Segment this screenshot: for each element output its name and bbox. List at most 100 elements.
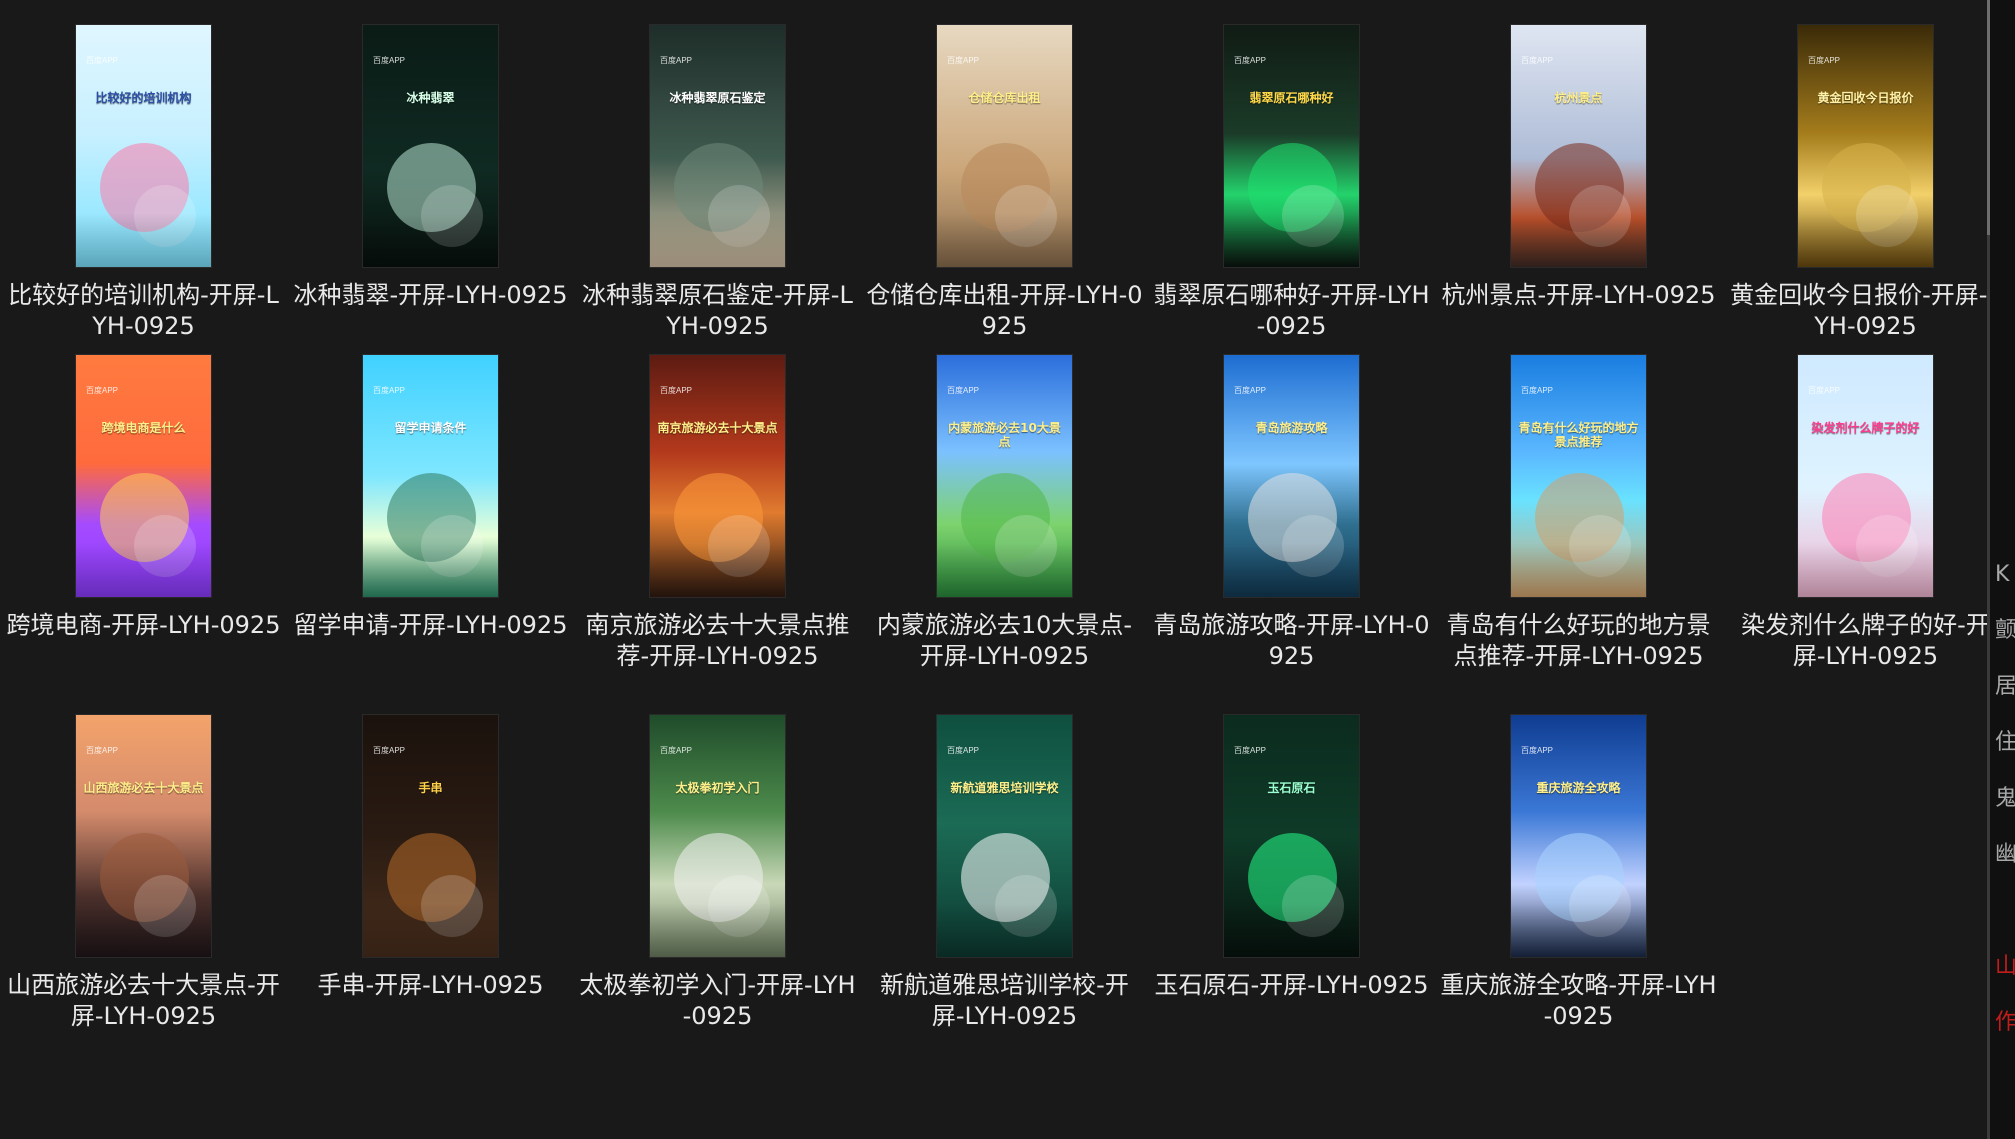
file-name-label: 青岛旅游攻略-开屏-LYH-0925 [1153,611,1430,670]
thumbnail-art [937,903,1072,957]
thumbnail-grid: 百度APP 比较好的培训机构 比较好的培训机构-开屏-LYH-0925 百度APP 冰种… [0,24,2001,1124]
file-tile[interactable]: 百度APP 青岛旅游攻略青岛旅游攻略-开屏-LYH-0925 [1148,354,1435,672]
file-tile[interactable]: 百度APP 新航道雅思培训学校 新航道雅思培训学校-开屏-LYH-0925 [861,714,1148,1032]
file-browser-grid-view: 百度APP 比较好的培训机构 比较好的培训机构-开屏-LYH-0925 百度APP 冰种… [0,0,2015,1139]
thumbnail-art [1224,543,1359,597]
file-thumbnail[interactable]: 百度APP 仓储仓库出租 [936,24,1073,268]
file-name-label: 杭州景点-开屏-LYH-0925 [1441,281,1716,309]
file-name-label: 染发剂什么牌子的好-开屏-LYH-0925 [1741,611,1990,670]
thumbnail-badge: 百度APP [1521,746,1554,755]
file-thumbnail[interactable]: 百度APP 手串 [362,714,499,958]
file-name-label: 留学申请-开屏-LYH-0925 [293,611,568,639]
thumbnail-badge: 百度APP [660,56,693,65]
file-tile[interactable]: 百度APP 杭州景点杭州景点-开屏-LYH-0925 [1435,24,1722,311]
thumbnail-title: 内蒙旅游必去10大景点 [948,421,1061,450]
thumbnail-title: 冰种翡翠原石鉴定 [669,91,766,105]
file-tile[interactable]: 百度APP 南京旅游必去十大景点南京旅游必去十大景点推荐-开屏-LYH-0925 [574,354,861,672]
file-name-label: 冰种翡翠原石鉴定-开屏-LYH-0925 [582,281,853,340]
file-name-label: 南京旅游必去十大景点推荐-开屏-LYH-0925 [585,611,850,670]
file-thumbnail[interactable]: 百度APP 重庆旅游全攻略 [1510,714,1647,958]
thumbnail-art [1511,543,1646,597]
file-thumbnail[interactable]: 百度APP 留学申请条件 [362,354,499,598]
thumbnail-badge: 百度APP [373,386,406,395]
thumbnail-art [363,213,498,267]
file-thumbnail[interactable]: 百度APP 翡翠原石哪种好 [1223,24,1360,268]
thumbnail-badge: 百度APP [373,56,406,65]
file-thumbnail[interactable]: 百度APP 比较好的培训机构 [75,24,212,268]
thumbnail-title: 跨境电商是什么 [101,421,186,435]
thumbnail-badge: 百度APP [947,56,980,65]
thumbnail-art [1511,213,1646,267]
file-tile[interactable]: 百度APP 内蒙旅游必去10大景点内蒙旅游必去10大景点-开屏-LYH-0925 [861,354,1148,672]
thumbnail-title: 手串 [418,781,443,795]
file-tile[interactable]: 百度APP 翡翠原石哪种好翡翠原石哪种好-开屏-LYH-0925 [1148,24,1435,342]
file-thumbnail[interactable]: 百度APP 新航道雅思培训学校 [936,714,1073,958]
thumbnail-title: 仓储仓库出租 [968,91,1041,105]
file-name-label: 跨境电商-开屏-LYH-0925 [6,611,281,639]
scrollbar-track[interactable] [1987,0,1990,1139]
thumbnail-art [650,903,785,957]
file-name-label: 内蒙旅游必去10大景点-开屏-LYH-0925 [876,611,1133,670]
side-text-char: 幽 [1995,842,2015,867]
file-tile[interactable]: 百度APP 冰种翡翠 冰种翡翠-开屏-LYH-0925 [287,24,574,311]
thumbnail-badge: 百度APP [1234,386,1267,395]
file-name-label: 翡翠原石哪种好-开屏-LYH-0925 [1153,281,1430,340]
file-thumbnail[interactable]: 百度APP 杭州景点 [1510,24,1647,268]
file-thumbnail[interactable]: 百度APP 山西旅游必去十大景点 [75,714,212,958]
file-name-label: 重庆旅游全攻略-开屏-LYH-0925 [1440,971,1717,1030]
thumbnail-badge: 百度APP [1521,386,1554,395]
file-tile[interactable]: 百度APP 留学申请条件留学申请-开屏-LYH-0925 [287,354,574,641]
file-name-label: 手串-开屏-LYH-0925 [317,971,544,999]
thumbnail-title: 青岛旅游攻略 [1255,421,1328,435]
file-tile[interactable]: 百度APP 黄金回收今日报价黄金回收今日报价-开屏-LYH-0925 [1722,24,2009,342]
thumbnail-title: 南京旅游必去十大景点 [657,421,778,435]
thumbnail-badge: 百度APP [1234,746,1267,755]
thumbnail-badge: 百度APP [86,386,119,395]
file-thumbnail[interactable]: 百度APP 黄金回收今日报价 [1797,24,1934,268]
thumbnail-art [363,903,498,957]
file-tile[interactable]: 百度APP 仓储仓库出租仓储仓库出租-开屏-LYH-0925 [861,24,1148,342]
thumbnail-title: 黄金回收今日报价 [1817,91,1914,105]
scrollbar-thumb[interactable] [1987,0,1990,235]
thumbnail-art [76,213,211,267]
thumbnail-art [1511,903,1646,957]
thumbnail-art [937,543,1072,597]
file-thumbnail[interactable]: 百度APP 染发剂什么牌子的好 [1797,354,1934,598]
file-thumbnail[interactable]: 百度APP 冰种翡翠原石鉴定 [649,24,786,268]
file-tile[interactable]: 百度APP 手串手串-开屏-LYH-0925 [287,714,574,1001]
file-name-label: 玉石原石-开屏-LYH-0925 [1154,971,1429,999]
file-name-label: 黄金回收今日报价-开屏-LYH-0925 [1730,281,2001,340]
file-thumbnail[interactable]: 百度APP 青岛旅游攻略 [1223,354,1360,598]
file-thumbnail[interactable]: 百度APP 青岛有什么好玩的地方景点推荐 [1510,354,1647,598]
thumbnail-badge: 百度APP [660,746,693,755]
file-tile[interactable]: 百度APP 青岛有什么好玩的地方景点推荐 青岛有什么好玩的地方景点推荐-开屏-LYH… [1435,354,1722,672]
file-name-label: 仓储仓库出租-开屏-LYH-0925 [866,281,1143,340]
file-thumbnail[interactable]: 百度APP 太极拳初学入门 [649,714,786,958]
file-tile[interactable]: 百度APP 玉石原石玉石原石-开屏-LYH-0925 [1148,714,1435,1001]
file-thumbnail[interactable]: 百度APP 内蒙旅游必去10大景点 [936,354,1073,598]
thumbnail-badge: 百度APP [947,746,980,755]
file-name-label: 太极拳初学入门-开屏-LYH-0925 [579,971,856,1030]
file-tile[interactable]: 百度APP 染发剂什么牌子的好染发剂什么牌子的好-开屏-LYH-0925 [1722,354,2009,672]
file-tile[interactable]: 百度APP 重庆旅游全攻略重庆旅游全攻略-开屏-LYH-0925 [1435,714,1722,1032]
thumbnail-title: 翡翠原石哪种好 [1249,91,1334,105]
file-tile[interactable]: 百度APP 太极拳初学入门太极拳初学入门-开屏-LYH-0925 [574,714,861,1032]
file-tile[interactable]: 百度APP 跨境电商是什么跨境电商-开屏-LYH-0925 [0,354,287,641]
file-thumbnail[interactable]: 百度APP 冰种翡翠 [362,24,499,268]
thumbnail-badge: 百度APP [1234,56,1267,65]
file-thumbnail[interactable]: 百度APP 跨境电商是什么 [75,354,212,598]
file-thumbnail[interactable]: 百度APP 玉石原石 [1223,714,1360,958]
thumbnail-title: 比较好的培训机构 [95,91,192,105]
thumbnail-art [650,543,785,597]
thumbnail-art [1798,543,1933,597]
file-thumbnail[interactable]: 百度APP 南京旅游必去十大景点 [649,354,786,598]
thumbnail-badge: 百度APP [1521,56,1554,65]
thumbnail-badge: 百度APP [1808,386,1841,395]
thumbnail-title: 山西旅游必去十大景点 [83,781,204,795]
thumbnail-art [76,903,211,957]
file-tile[interactable]: 百度APP 冰种翡翠原石鉴定冰种翡翠原石鉴定-开屏-LYH-0925 [574,24,861,342]
thumbnail-badge: 百度APP [373,746,406,755]
file-tile[interactable]: 百度APP 比较好的培训机构 比较好的培训机构-开屏-LYH-0925 [0,24,287,342]
file-tile[interactable]: 百度APP 山西旅游必去十大景点 山西旅游必去十大景点-开屏-LYH-0925 [0,714,287,1032]
thumbnail-title: 重庆旅游全攻略 [1536,781,1621,795]
